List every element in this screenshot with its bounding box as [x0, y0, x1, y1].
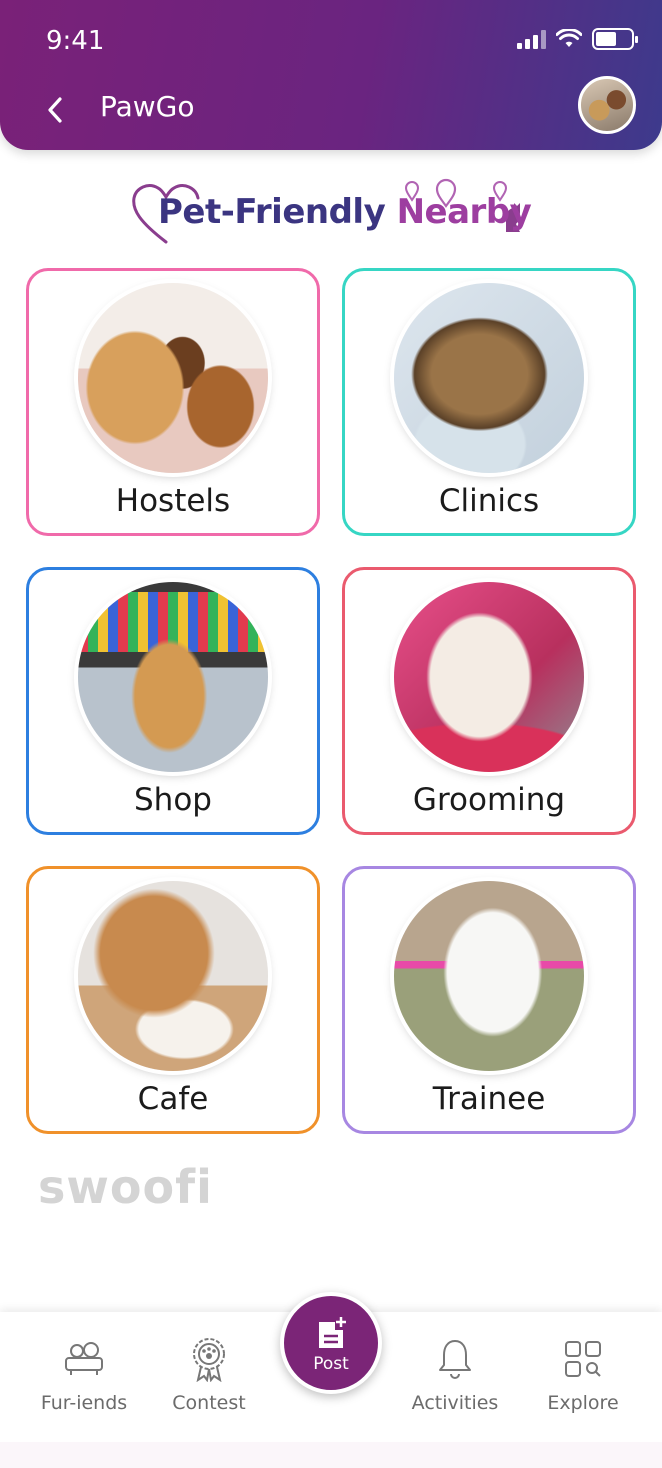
- section-title: Pet-Friendly Nearby: [158, 192, 532, 232]
- cafe-photo: [78, 881, 268, 1071]
- category-card-cafe[interactable]: Cafe: [26, 866, 320, 1134]
- user-avatar[interactable]: [578, 76, 636, 134]
- wifi-icon: [556, 29, 582, 47]
- category-label: Clinics: [438, 483, 540, 519]
- chevron-left-icon: [48, 97, 62, 123]
- bell-icon: [439, 1340, 471, 1379]
- category-card-clinics[interactable]: Clinics: [342, 268, 636, 536]
- battery-icon: [592, 28, 638, 50]
- back-button[interactable]: [38, 88, 72, 132]
- pets-sofa-icon: [65, 1342, 103, 1375]
- trainee-photo: [394, 881, 584, 1071]
- category-card-hostels[interactable]: Hostels: [26, 268, 320, 536]
- app-title: PawGo: [100, 90, 195, 123]
- shop-photo: [78, 582, 268, 772]
- section-title-part1: Pet-Friendly: [158, 192, 386, 232]
- add-post-icon: [319, 1317, 346, 1348]
- hostels-photo: [78, 283, 268, 473]
- category-card-grooming[interactable]: Grooming: [342, 567, 636, 835]
- category-label: Cafe: [137, 1081, 209, 1117]
- post-label: Post: [313, 1354, 349, 1374]
- app-header: 9:41 PawGo: [0, 0, 662, 150]
- nav-label: Activities: [411, 1392, 499, 1414]
- category-card-trainee[interactable]: Trainee: [342, 866, 636, 1134]
- clinics-photo: [394, 283, 584, 473]
- category-label: Grooming: [412, 782, 566, 818]
- nav-contest[interactable]: Contest: [149, 1334, 269, 1414]
- nav-label: Contest: [172, 1392, 246, 1414]
- nav-furiends[interactable]: Fur-iends: [24, 1334, 144, 1414]
- category-card-shop[interactable]: Shop: [26, 567, 320, 835]
- award-ribbon-icon: [193, 1338, 225, 1382]
- grid-search-icon: [565, 1341, 601, 1377]
- cellular-signal-icon: [517, 29, 546, 49]
- footer-decoration: [0, 1442, 662, 1468]
- section-title-part2: Nearby: [396, 192, 532, 232]
- post-button[interactable]: Post: [280, 1292, 382, 1394]
- category-label: Trainee: [432, 1081, 546, 1117]
- category-label: Shop: [134, 782, 212, 818]
- nav-explore[interactable]: Explore: [523, 1334, 643, 1414]
- status-time: 9:41: [46, 26, 105, 56]
- grooming-photo: [394, 582, 584, 772]
- nav-activities[interactable]: Activities: [395, 1334, 515, 1414]
- category-label: Hostels: [115, 483, 231, 519]
- nav-label: Explore: [547, 1392, 619, 1414]
- status-icons: [517, 28, 638, 50]
- brand-watermark: swoofi: [38, 1160, 213, 1214]
- nav-label: Fur-iends: [40, 1392, 128, 1414]
